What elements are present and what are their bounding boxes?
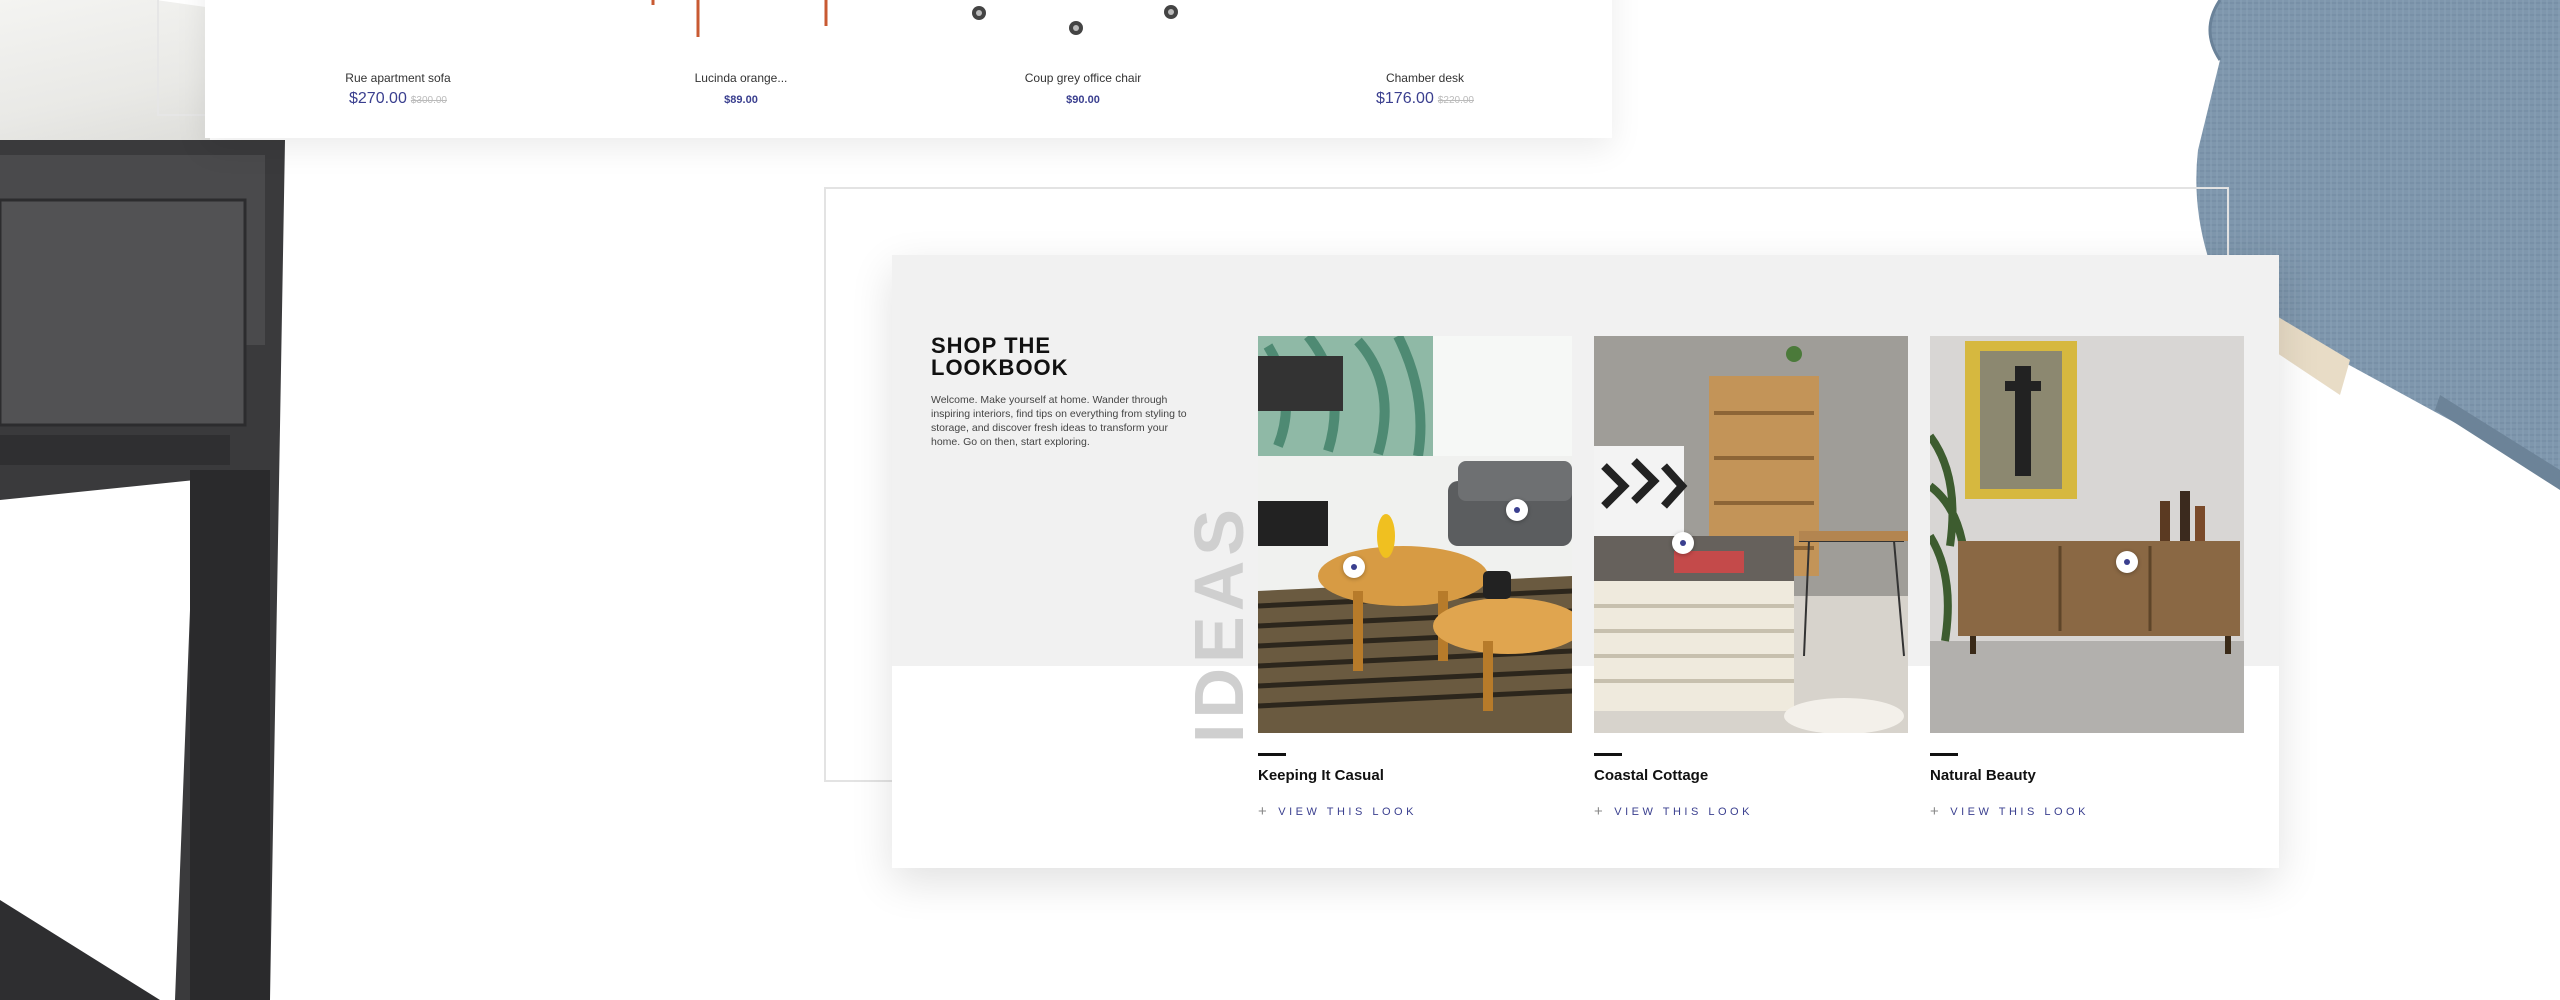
product-old-price: $220.00 — [1437, 95, 1474, 106]
look-title[interactable]: Coastal Cottage — [1594, 767, 1908, 784]
product-item[interactable]: Lucinda orange... $89.00 — [641, 71, 841, 108]
product-price: $90.00 — [1066, 94, 1100, 106]
look-card: Natural Beauty + VIEW THIS LOOK — [1930, 336, 2244, 819]
view-this-look-link[interactable]: + VIEW THIS LOOK — [1930, 804, 2244, 819]
product-hotspot[interactable] — [1506, 499, 1528, 521]
sideboard-photo[interactable] — [1930, 336, 2244, 733]
look-title[interactable]: Natural Beauty — [1930, 767, 2244, 784]
product-old-price: $300.00 — [410, 95, 447, 106]
view-this-look-link[interactable]: + VIEW THIS LOOK — [1258, 804, 1572, 819]
view-this-look-label[interactable]: VIEW THIS LOOK — [1278, 806, 1417, 818]
view-this-look-link[interactable]: + VIEW THIS LOOK — [1594, 804, 1908, 819]
look-card: Coastal Cottage + VIEW THIS LOOK — [1594, 336, 1908, 819]
living-room-photo[interactable] — [1258, 336, 1572, 733]
look-divider — [1258, 753, 1286, 756]
product-item[interactable]: Rue apartment sofa $270.00 $300.00 — [298, 71, 498, 108]
plus-icon: + — [1930, 803, 1943, 820]
product-price: $176.00 — [1376, 90, 1434, 107]
product-name[interactable]: Coup grey office chair — [983, 71, 1183, 85]
product-images-strip — [651, 0, 1178, 37]
product-name[interactable]: Rue apartment sofa — [298, 71, 498, 85]
look-card: Keeping It Casual + VIEW THIS LOOK — [1258, 336, 1572, 819]
product-hotspot[interactable] — [1343, 556, 1365, 578]
product-price: $89.00 — [724, 94, 758, 106]
plus-icon: + — [1594, 803, 1607, 820]
product-hotspot[interactable] — [1672, 532, 1694, 554]
product-hotspot[interactable] — [2116, 551, 2138, 573]
lookbook-title-line1: SHOP THE — [931, 333, 1052, 358]
side-table-image — [0, 140, 285, 1000]
ideas-vertical-text: IDEAS — [1180, 504, 1258, 743]
product-item[interactable]: Chamber desk $176.00 $220.00 — [1325, 71, 1525, 108]
look-divider — [1930, 753, 1958, 756]
view-this-look-label[interactable]: VIEW THIS LOOK — [1614, 806, 1753, 818]
look-title[interactable]: Keeping It Casual — [1258, 767, 1572, 784]
plus-icon: + — [1258, 803, 1271, 820]
lookbook-description: Welcome. Make yourself at home. Wander t… — [931, 394, 1187, 448]
product-name[interactable]: Chamber desk — [1325, 71, 1525, 85]
product-carousel-card: Rue apartment sofa $270.00 $300.00 Lucind… — [205, 0, 1612, 138]
product-item[interactable]: Coup grey office chair $90.00 — [983, 71, 1183, 108]
lookbook-section: SHOP THE LOOKBOOK Welcome. Make yourself… — [892, 255, 2279, 868]
look-divider — [1594, 753, 1622, 756]
lookbook-title-line2: LOOKBOOK — [931, 355, 1069, 380]
view-this-look-label[interactable]: VIEW THIS LOOK — [1950, 806, 2089, 818]
crate-shelf-photo[interactable] — [1594, 336, 1908, 733]
lookbook-title: SHOP THE LOOKBOOK — [931, 335, 1231, 379]
product-price: $270.00 — [349, 90, 407, 107]
product-name[interactable]: Lucinda orange... — [641, 71, 841, 85]
